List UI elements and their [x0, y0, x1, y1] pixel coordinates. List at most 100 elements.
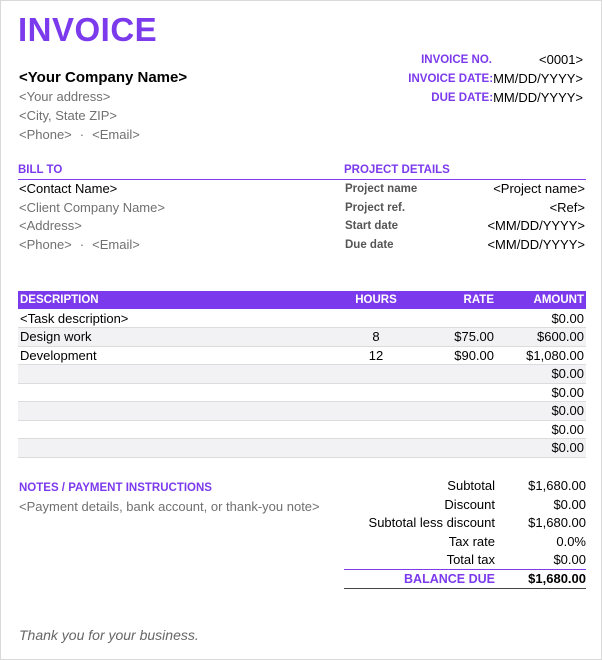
project-row-label: Due date — [345, 238, 394, 251]
item-hours — [336, 401, 416, 421]
table-row: $0.00 — [18, 364, 586, 384]
bill-client-company: <Client Company Name> — [19, 199, 165, 215]
bill-to-header: BILL TO — [18, 164, 344, 180]
item-description: <Task description> — [18, 309, 336, 328]
item-hours — [336, 420, 416, 439]
item-hours — [336, 438, 416, 458]
invoice-number-value: <0001> — [539, 52, 584, 67]
due-date-row: DUE DATE: MM/DD/YYYY> — [383, 88, 583, 107]
project-row-label: Project ref. — [345, 201, 406, 214]
balance-due-label: BALANCE DUE — [404, 571, 495, 586]
subtotal-less-discount-row: Subtotal less discount $1,680.00 — [344, 514, 586, 533]
item-rate — [416, 438, 496, 458]
item-rate — [416, 383, 496, 402]
project-details-block: Project name <Project name> Project ref.… — [345, 180, 585, 254]
item-hours — [336, 309, 416, 328]
due-date-label: DUE DATE: — [431, 91, 494, 104]
company-name: <Your Company Name> — [19, 69, 188, 86]
project-details-header: PROJECT DETAILS — [344, 164, 586, 180]
company-phone: <Phone> — [19, 127, 72, 142]
contact-separator: · — [79, 236, 85, 252]
item-hours — [336, 383, 416, 402]
total-tax-row: Total tax $0.00 — [344, 551, 586, 570]
project-row-label: Start date — [345, 220, 399, 232]
bill-contact-name: <Contact Name> — [19, 181, 118, 196]
item-description: Design work — [18, 327, 336, 347]
subtotal-less-discount-value: $1,680.00 — [528, 515, 586, 530]
item-rate: $90.00 — [416, 346, 496, 365]
invoice-page: INVOICE INVOICE NO. <0001> INVOICE DATE:… — [0, 0, 602, 660]
column-header-rate: RATE — [416, 291, 496, 309]
thank-you-note: Thank you for your business. — [19, 627, 199, 643]
table-row: $0.00 — [18, 420, 586, 439]
item-description — [18, 364, 336, 384]
total-tax-value: $0.00 — [553, 552, 586, 567]
item-amount: $0.00 — [496, 364, 586, 384]
subtotal-less-discount-label: Subtotal less discount — [368, 515, 495, 530]
invoice-number-label: INVOICE NO. — [421, 53, 492, 66]
item-description — [18, 401, 336, 421]
balance-due-value: $1,680.00 — [528, 570, 586, 586]
item-hours — [336, 364, 416, 384]
project-row: Project name <Project name> — [345, 180, 585, 199]
item-hours: 8 — [336, 327, 416, 347]
table-row: $0.00 — [18, 401, 586, 421]
subtotal-row: Subtotal $1,680.00 — [344, 477, 586, 496]
item-amount: $600.00 — [496, 327, 586, 347]
line-items-table: DESCRIPTION HOURS RATE AMOUNT <Task desc… — [18, 291, 586, 458]
company-email: <Email> — [92, 127, 140, 142]
balance-due-row: BALANCE DUE $1,680.00 — [344, 570, 586, 589]
notes-text: <Payment details, bank account, or thank… — [19, 499, 320, 514]
project-row: Due date <MM/DD/YYYY> — [345, 236, 585, 255]
tax-rate-label: Tax rate — [448, 533, 495, 549]
company-contact: <Phone> · <Email> — [19, 125, 187, 144]
table-row: Development 12 $90.00 $1,080.00 — [18, 346, 586, 365]
table-row: $0.00 — [18, 438, 586, 458]
tax-rate-value: 0.0% — [556, 533, 586, 549]
item-description — [18, 420, 336, 439]
item-amount: $0.00 — [496, 401, 586, 421]
discount-value: $0.00 — [553, 496, 586, 512]
invoice-date-value: MM/DD/YYYY> — [493, 71, 583, 86]
bill-phone: <Phone> — [19, 236, 72, 252]
item-rate: $75.00 — [416, 327, 496, 347]
company-block: <Your Company Name> <Your address> <City… — [19, 68, 187, 144]
item-rate — [416, 309, 496, 328]
contact-separator: · — [79, 127, 85, 142]
bill-email: <Email> — [92, 236, 140, 252]
bill-to-block: <Contact Name> <Client Company Name> <Ad… — [19, 180, 339, 254]
invoice-date-row: INVOICE DATE: MM/DD/YYYY> — [383, 69, 583, 88]
bill-contact: <Phone> · <Email> — [19, 236, 339, 255]
project-row: Project ref. <Ref> — [345, 199, 585, 218]
notes-block: NOTES / PAYMENT INSTRUCTIONS <Payment de… — [19, 480, 339, 516]
item-amount: $0.00 — [496, 309, 586, 328]
company-city: <City, State ZIP> — [19, 108, 118, 123]
subtotal-label: Subtotal — [447, 478, 495, 493]
item-amount: $0.00 — [496, 438, 586, 458]
item-amount: $0.00 — [496, 420, 586, 439]
invoice-meta: INVOICE NO. <0001> INVOICE DATE: MM/DD/Y… — [383, 50, 583, 107]
item-description: Development — [18, 346, 336, 365]
project-row: Start date <MM/DD/YYYY> — [345, 217, 585, 236]
table-row: $0.00 — [18, 383, 586, 402]
table-row: <Task description> $0.00 — [18, 309, 586, 328]
column-header-hours: HOURS — [336, 291, 416, 309]
tax-rate-row: Tax rate 0.0% — [344, 533, 586, 552]
invoice-number-row: INVOICE NO. <0001> — [383, 50, 583, 69]
item-rate — [416, 420, 496, 439]
project-row-value: <MM/DD/YYYY> — [487, 236, 585, 252]
item-hours: 12 — [336, 346, 416, 365]
project-row-value: <Ref> — [549, 199, 585, 215]
totals-block: Subtotal $1,680.00 Discount $0.00 Subtot… — [344, 477, 586, 589]
discount-label: Discount — [444, 496, 495, 512]
item-description — [18, 383, 336, 402]
item-description — [18, 438, 336, 458]
company-address: <Your address> — [19, 89, 111, 104]
item-amount: $1,080.00 — [496, 346, 586, 365]
column-header-amount: AMOUNT — [496, 291, 586, 309]
table-row: Design work 8 $75.00 $600.00 — [18, 327, 586, 347]
project-row-value: <MM/DD/YYYY> — [487, 218, 585, 233]
discount-row: Discount $0.00 — [344, 496, 586, 515]
subtotal-value: $1,680.00 — [528, 478, 586, 493]
project-row-label: Project name — [345, 183, 418, 195]
